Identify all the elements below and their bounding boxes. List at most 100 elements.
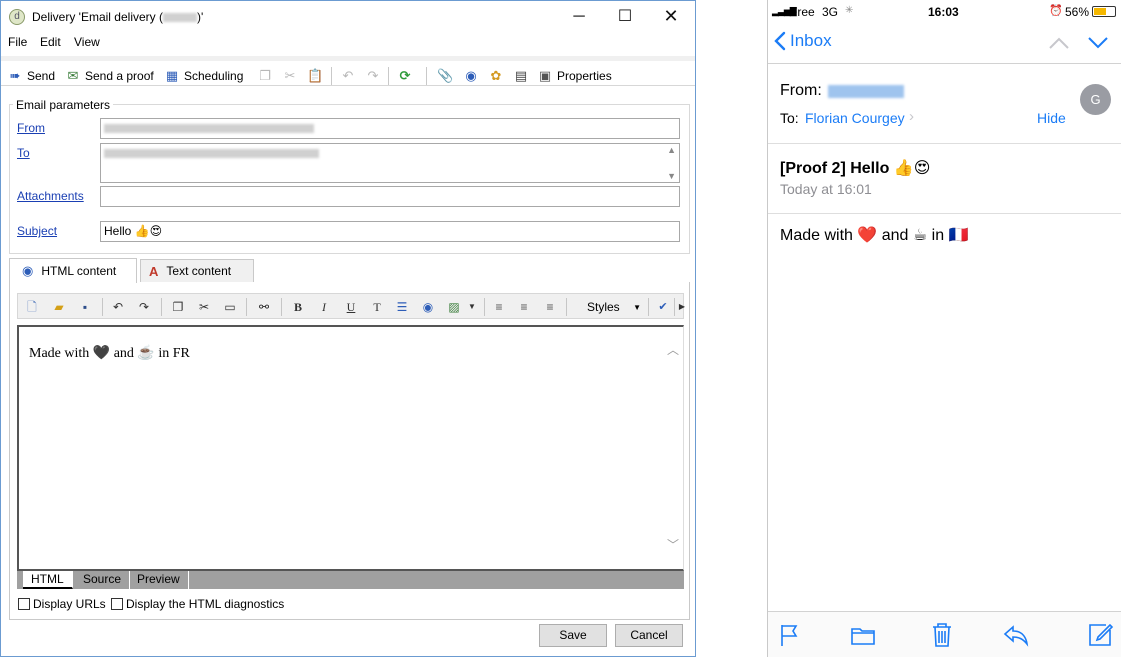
cancel-button[interactable]: Cancel: [615, 624, 683, 647]
bold-icon[interactable]: B: [289, 298, 307, 316]
editor-copy-icon[interactable]: ❐: [169, 298, 187, 316]
refresh-icon[interactable]: ⟳: [397, 68, 413, 84]
clock-time: 16:03: [928, 5, 959, 19]
menu-bar: File Edit View: [1, 32, 695, 52]
editor-separator: [161, 298, 162, 316]
preview-icon[interactable]: ▤: [513, 68, 529, 84]
subject-link[interactable]: Subject: [17, 224, 57, 238]
inbox-back-button[interactable]: Inbox: [774, 31, 832, 51]
open-folder-icon[interactable]: ▰: [50, 298, 68, 316]
paste-icon[interactable]: 📋: [307, 68, 323, 84]
insert-link-icon[interactable]: ◉: [419, 298, 437, 316]
editor-body-text[interactable]: Made with 🖤 and ☕ in FR: [29, 345, 190, 362]
network-type: 3G: [822, 5, 839, 19]
to-scroll-up-icon[interactable]: ▲: [667, 145, 676, 155]
compose-icon[interactable]: [1086, 621, 1114, 649]
mode-tab-preview[interactable]: Preview: [129, 571, 189, 589]
mail-body: Made with ❤️ and ☕ in 🇫🇷: [780, 227, 969, 244]
display-urls-box[interactable]: [18, 598, 30, 610]
maximize-button[interactable]: ☐: [602, 1, 648, 32]
carrier-name: Free: [790, 5, 815, 19]
undo-icon[interactable]: ↶: [340, 68, 356, 84]
send-icon: ➠: [9, 68, 21, 83]
editor-undo-icon[interactable]: ↶: [109, 298, 127, 316]
insert-image-icon[interactable]: ▨: [445, 298, 463, 316]
align-center-icon[interactable]: ≡: [515, 298, 533, 316]
personalize-icon[interactable]: ✿: [488, 68, 504, 84]
globe-icon[interactable]: ◉: [463, 68, 479, 84]
scheduling-button[interactable]: ▦ Scheduling: [164, 65, 244, 87]
alarm-icon: ⏰: [1049, 5, 1063, 17]
mode-tab-source[interactable]: Source: [75, 571, 131, 589]
editor-cut-icon[interactable]: ✂: [195, 298, 213, 316]
battery-level: [1094, 8, 1106, 15]
align-right-icon[interactable]: ≡: [541, 298, 559, 316]
toolbar-separator: [426, 67, 427, 85]
folder-icon[interactable]: [849, 621, 877, 649]
menu-edit[interactable]: Edit: [40, 35, 61, 49]
editor-separator: [648, 298, 649, 316]
new-document-icon[interactable]: 🗋: [23, 298, 41, 316]
save-button[interactable]: Save: [539, 624, 607, 647]
minimize-button[interactable]: ─: [556, 1, 602, 32]
menu-file[interactable]: File: [8, 35, 27, 49]
save-icon[interactable]: ▪: [76, 298, 94, 316]
next-message-icon[interactable]: [1087, 36, 1109, 50]
attachments-link[interactable]: Attachments: [17, 189, 84, 203]
image-dropdown-icon[interactable]: ▼: [463, 298, 481, 316]
to-link[interactable]: To: [17, 146, 30, 160]
previous-message-icon[interactable]: [1048, 36, 1070, 50]
avatar[interactable]: G: [1080, 84, 1111, 115]
close-button[interactable]: ✕: [648, 1, 694, 32]
inbox-label: Inbox: [790, 31, 832, 50]
to-field[interactable]: ▲ ▼: [100, 143, 680, 183]
editor-toolbar: 🗋 ▰ ▪ ↶ ↷ ❐ ✂ ▭ ⚯ B I U T ☰ ◉ ▨ ▼ ≡ ≡ ≡ …: [17, 293, 685, 319]
styles-dropdown[interactable]: Styles ▼: [583, 297, 645, 317]
tab-text-content[interactable]: A Text content: [140, 259, 254, 282]
trash-icon[interactable]: [928, 621, 956, 649]
editor-paste-icon[interactable]: ▭: [221, 298, 239, 316]
toolbar-more-icon[interactable]: ▶: [673, 298, 691, 316]
to-scroll-down-icon[interactable]: ▼: [667, 171, 676, 181]
send-label: Send: [27, 69, 56, 83]
copy-icon[interactable]: ❐: [257, 68, 273, 84]
scroll-down-icon[interactable]: ﹀: [667, 536, 679, 553]
to-label: To:: [780, 110, 799, 126]
recipient-name[interactable]: Florian Courgey: [805, 110, 905, 126]
html-diagnostics-box[interactable]: [111, 598, 123, 610]
hide-button[interactable]: Hide: [1037, 110, 1066, 126]
tab-html-content[interactable]: ◉ HTML content: [9, 258, 137, 283]
editor-redo-icon[interactable]: ↷: [135, 298, 153, 316]
display-urls-label: Display URLs: [33, 597, 106, 611]
subject-input[interactable]: Hello 👍😍: [100, 221, 680, 242]
redacted-sender[interactable]: [828, 85, 904, 98]
menu-view[interactable]: View: [74, 35, 100, 49]
scroll-up-icon[interactable]: ︿: [667, 341, 679, 358]
send-button[interactable]: ➠ Send: [7, 65, 55, 87]
from-field[interactable]: [100, 118, 680, 139]
attachment-icon[interactable]: 📎: [437, 68, 453, 84]
mode-tab-html[interactable]: HTML: [23, 571, 73, 589]
italic-icon[interactable]: I: [315, 298, 333, 316]
editor-separator: [102, 298, 103, 316]
reply-icon[interactable]: [1002, 621, 1030, 649]
find-binoculars-icon[interactable]: ⚯: [255, 298, 273, 316]
underline-icon[interactable]: U: [342, 298, 360, 316]
display-urls-checkbox[interactable]: Display URLs: [18, 597, 106, 611]
calendar-icon: ▦: [165, 68, 179, 83]
redacted-to: [104, 149, 319, 159]
bullet-list-icon[interactable]: ☰: [393, 298, 411, 316]
send-proof-button[interactable]: ✉ Send a proof: [65, 65, 154, 87]
html-editor-area[interactable]: Made with 🖤 and ☕ in FR ︿ ﹀: [17, 325, 684, 571]
cut-icon[interactable]: ✂: [282, 68, 298, 84]
spellcheck-icon[interactable]: ✔: [654, 298, 672, 316]
html-diagnostics-checkbox[interactable]: Display the HTML diagnostics: [111, 597, 284, 611]
main-toolbar: ➠ Send ✉ Send a proof ▦ Scheduling ❐ ✂ 📋…: [1, 56, 695, 86]
properties-button[interactable]: ▣ Properties: [537, 65, 612, 87]
flag-icon[interactable]: [776, 621, 804, 649]
attachments-field[interactable]: [100, 186, 680, 207]
align-left-icon[interactable]: ≡: [490, 298, 508, 316]
redo-icon[interactable]: ↷: [365, 68, 381, 84]
from-link[interactable]: From: [17, 121, 45, 135]
clear-format-icon[interactable]: T: [368, 298, 386, 316]
